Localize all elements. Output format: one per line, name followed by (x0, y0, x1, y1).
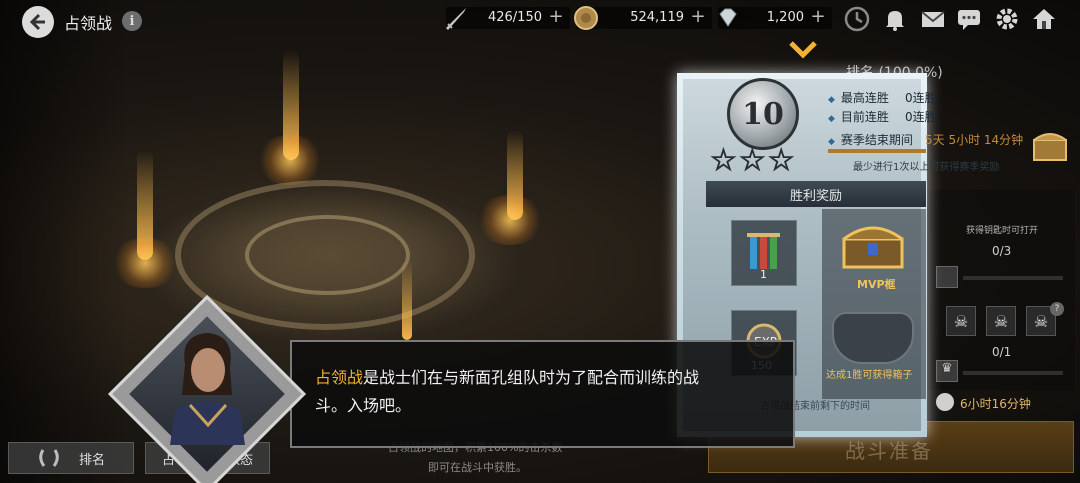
battle-ready-label: 战斗准备 (845, 439, 933, 463)
dialog-highlight: 占领战 (315, 368, 364, 387)
ranking-button-label: 排名 (79, 452, 106, 468)
reward-item-count: 1 (760, 268, 767, 281)
home-icon[interactable] (1030, 5, 1058, 33)
chevron-down-icon (789, 41, 817, 59)
back-button[interactable] (22, 6, 54, 38)
victory-reward-header: 胜利奖励 (706, 181, 926, 207)
stat-season-end-value: 5天 5小时 14分钟 (925, 133, 1024, 147)
light-glow (475, 195, 545, 245)
dialog-line1: 是战士们在与新面孔组队时为了配合而训练的战 (363, 368, 700, 387)
stat-season-end: ◆ 赛季结束期间 (828, 133, 913, 147)
stat-current-streak-value: 0连胜 (905, 110, 937, 124)
kill-progress-bar (963, 371, 1063, 375)
gear-icon[interactable] (993, 5, 1021, 33)
back-arrow-icon (29, 13, 45, 31)
stat-current-streak: ◆ 目前连胜 (828, 110, 889, 124)
left-vignette (0, 0, 130, 483)
diamond-icon (719, 8, 737, 27)
open-hint: 获得钥匙时可打开 (966, 226, 1039, 236)
gold-add-button[interactable]: + (690, 8, 706, 26)
light-beam (402, 260, 412, 340)
stat-max-streak: ◆ 最高连胜 (828, 91, 889, 105)
info-icon[interactable]: i (122, 11, 142, 31)
season-reward-requirement: 最少进行1次以上可获得赛季奖励 (853, 162, 1000, 173)
arena-ring-inner (245, 215, 410, 295)
mvp-chest-icon[interactable] (838, 215, 908, 273)
rank-stars: ☆☆☆ (710, 143, 797, 179)
clock-icon[interactable] (843, 5, 871, 33)
stamina-resource: 426/150 + (446, 7, 570, 30)
win-reward-text: 达成1胜可获得箱子 (826, 370, 913, 381)
crown-icon: ♛ (936, 360, 958, 382)
stat-max-streak-value: 0连胜 (905, 91, 937, 105)
key-progress-bar (963, 276, 1063, 280)
mvp-label: MVP框 (857, 278, 896, 291)
light-glow (110, 238, 180, 288)
npc-portrait (170, 333, 245, 445)
key-icon (936, 266, 958, 288)
kill-count: 0/1 (992, 345, 1012, 359)
skull-icon: ☠ (946, 306, 976, 336)
season-chest-icon[interactable] (1030, 128, 1070, 164)
rank-number: 10 (742, 96, 784, 132)
ranking-button[interactable]: 排名 (8, 442, 134, 474)
gold-value: 524,119 (630, 10, 684, 25)
dialog-line2: 斗。入场吧。 (315, 396, 412, 415)
chat-icon[interactable] (955, 5, 983, 33)
timer-value: 6小时16分钟 (960, 397, 1031, 411)
gold-resource: 524,119 + (574, 6, 712, 30)
diamond-value: 1,200 (766, 10, 804, 25)
diamond-add-button[interactable]: + (810, 8, 826, 26)
key-count: 0/3 (992, 244, 1012, 258)
sword-icon (446, 8, 466, 30)
stamina-value: 426/150 (487, 10, 542, 25)
light-glow (255, 135, 325, 185)
win-condition-hint-2: 即可在战斗中获胜。 (428, 461, 527, 474)
diamond-resource: 1,200 + (718, 7, 832, 29)
stamina-add-button[interactable]: + (548, 8, 564, 26)
dialog-text: 占领战是战士们在与新面孔组队时为了配合而训练的战 斗。入场吧。 (315, 364, 775, 420)
locked-chest-icon (832, 312, 914, 364)
mail-icon[interactable] (919, 5, 947, 33)
season-progress-bar (828, 149, 926, 153)
page-title: 占领战 (64, 14, 113, 33)
coin-icon (574, 6, 598, 30)
help-icon[interactable]: ? (1050, 302, 1064, 316)
laurel-icon (39, 449, 59, 467)
bell-icon[interactable] (881, 5, 909, 33)
rank-badge: 10 (727, 78, 799, 150)
skull-icon: ☠ (986, 306, 1016, 336)
timer-clock-icon (936, 393, 954, 411)
